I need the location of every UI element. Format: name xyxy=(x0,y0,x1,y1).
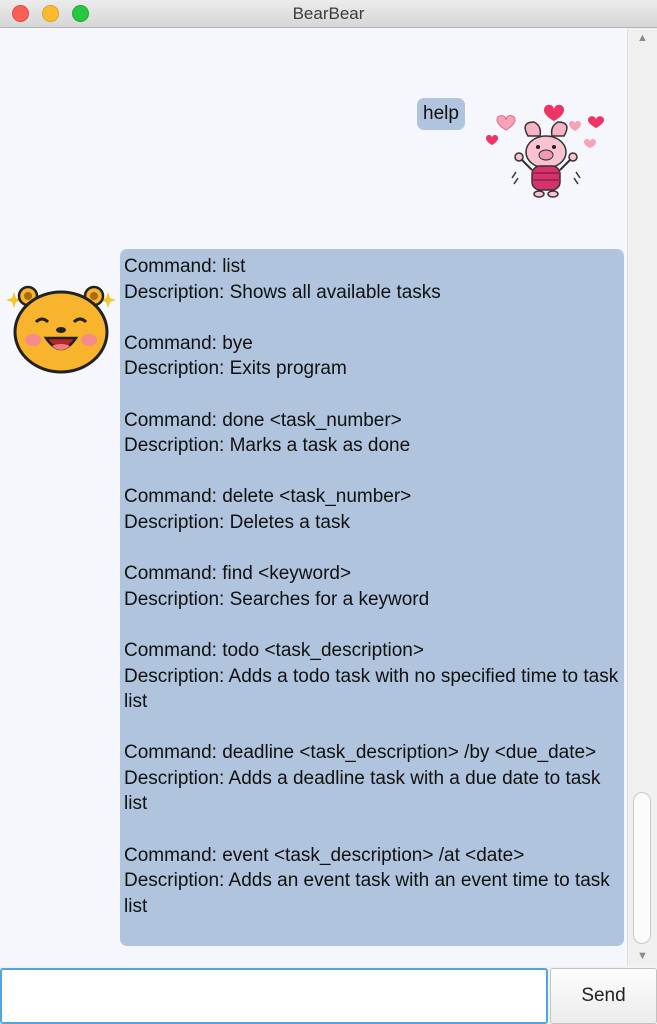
chevron-down-icon[interactable]: ▼ xyxy=(628,948,657,964)
description-text: Description: Deletes a task xyxy=(124,511,350,533)
message-input[interactable] xyxy=(0,968,548,1024)
command-text: Command: todo <task_description> xyxy=(124,639,424,661)
description-text: Description: Adds a deadline task with a… xyxy=(124,767,601,815)
command-entry: Command: deadline <task_description> /by… xyxy=(124,740,620,817)
description-text: Description: Marks a task as done xyxy=(124,435,411,457)
command-text: Command: event <task_description> /at <d… xyxy=(124,844,525,866)
user-message-bubble: help xyxy=(417,98,465,130)
command-text: Command: bye xyxy=(124,332,253,354)
description-text: Description: Adds a todo task with no sp… xyxy=(124,665,619,713)
command-text: Command: deadline <task_description> /by… xyxy=(124,742,597,764)
command-text: Command: done <task_number> xyxy=(124,409,402,431)
command-text: Command: list xyxy=(124,256,246,277)
chevron-up-icon[interactable]: ▲ xyxy=(628,30,657,46)
chat-scrollbar[interactable]: ▲ ▼ xyxy=(627,28,657,966)
command-entry: Command: event <task_description> /at <d… xyxy=(124,843,620,920)
command-entry: Command: bye Description: Exits program xyxy=(124,331,620,382)
window-title: BearBear xyxy=(292,4,365,23)
send-button[interactable]: Send xyxy=(550,968,657,1024)
command-entry: Command: delete <task_number> Descriptio… xyxy=(124,484,620,535)
command-entry: Command: todo <task_description> Descrip… xyxy=(124,638,620,715)
command-entry: Command: find <keyword> Description: Sea… xyxy=(124,561,620,612)
command-text: Command: find <keyword> xyxy=(124,563,352,585)
chat-area[interactable]: help Command: list Description: Shows al… xyxy=(0,28,627,966)
bear-avatar-icon xyxy=(6,280,118,376)
description-text: Description: Exits program xyxy=(124,358,347,380)
command-entry: Command: list Description: Shows all ava… xyxy=(124,254,620,305)
command-entry: Command: done <task_number> Description:… xyxy=(124,408,620,459)
pig-avatar-icon xyxy=(478,98,606,210)
bot-message-bubble: Command: list Description: Shows all ava… xyxy=(120,249,624,946)
scrollbar-thumb[interactable] xyxy=(633,792,651,944)
input-row: Send xyxy=(0,966,657,1024)
description-text: Description: Adds an event task with an … xyxy=(124,870,610,917)
description-text: Description: Searches for a keyword xyxy=(124,588,430,610)
title-bar: BearBear xyxy=(0,0,657,28)
description-text: Description: Shows all available tasks xyxy=(124,281,441,303)
command-text: Command: delete <task_number> xyxy=(124,486,412,508)
